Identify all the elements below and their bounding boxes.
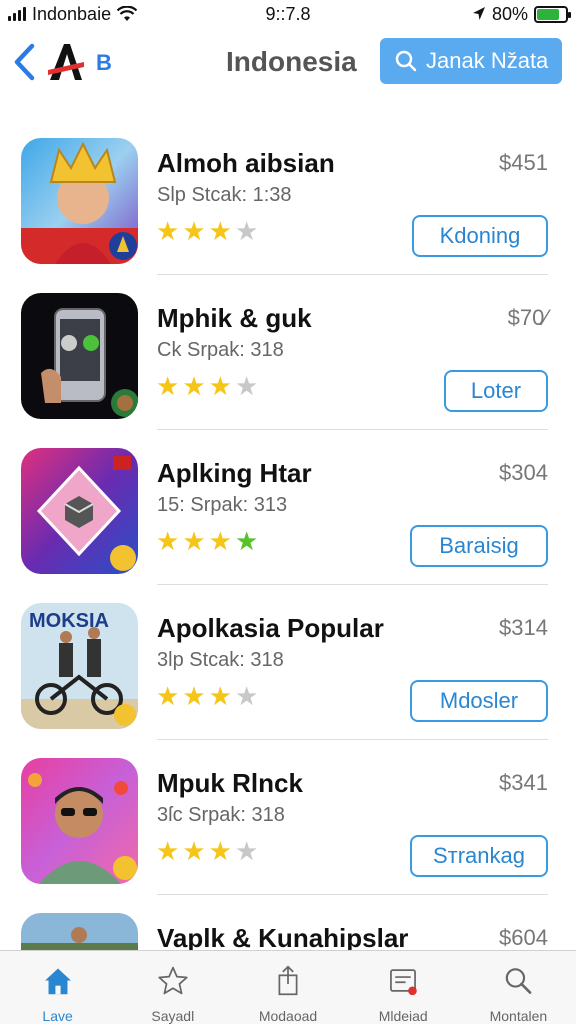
app-price: $70⁄ — [507, 305, 548, 330]
chevron-left-icon — [14, 43, 35, 81]
app-subtitle: Slp Stcak: 1:38 — [157, 184, 292, 206]
tab-search[interactable]: Montalen — [461, 951, 576, 1024]
app-subtitle: 3ſc Srpak: 318 — [157, 804, 285, 826]
nav-bar: B Indonesia Janak Nžata — [0, 36, 576, 88]
app-name: Almoh aibsian — [157, 148, 335, 178]
app-action-button[interactable]: Sтrankag — [410, 835, 548, 877]
brand-logo-icon[interactable] — [46, 40, 86, 84]
app-action-button[interactable]: Baraisig — [410, 525, 548, 567]
status-left: Indonbaie — [8, 3, 138, 25]
carrier-name: Indonbaie — [32, 3, 112, 24]
status-right: 80% — [472, 3, 571, 25]
star-filled-icon: ★ — [208, 216, 232, 246]
bike-riders-icon: MOKSIA — [21, 603, 138, 729]
star-filled-icon: ★ — [208, 371, 232, 401]
star-filled-icon: ★ — [156, 836, 180, 866]
tab-label: Montalen — [489, 1008, 548, 1024]
search-button[interactable]: Janak Nžata — [380, 38, 562, 84]
star-empty-icon: ★ — [234, 216, 259, 246]
row-divider — [157, 429, 548, 430]
app-price: $314 — [499, 615, 548, 640]
search-icon — [395, 50, 417, 72]
app-subtitle: 3lp Stcak: 318 — [157, 649, 284, 671]
status-bar: Indonbaie 9::7.8 80% — [0, 0, 576, 28]
star-icon — [158, 966, 188, 995]
location-arrow-icon — [472, 7, 485, 20]
tab-label: Mldeiad — [378, 1008, 428, 1024]
clock: 9::7.8 — [265, 3, 311, 24]
tab-share[interactable]: Modaoad — [230, 951, 345, 1024]
app-price: $304 — [499, 460, 548, 485]
star-filled-icon: ★ — [234, 526, 259, 556]
star-rating: ★ ★ ★ ★ — [156, 218, 258, 244]
star-filled-icon: ★ — [182, 216, 206, 246]
list-item[interactable]: Mphik & guk Ck Srpak: 318 ★ ★ ★ ★ $70⁄ Lote… — [0, 293, 576, 448]
app-action-button[interactable]: Mdosler — [410, 680, 548, 722]
star-empty-icon: ★ — [234, 371, 259, 401]
star-filled-icon: ★ — [182, 836, 206, 866]
search-icon — [506, 968, 532, 994]
star-rating: ★ ★ ★ ★ — [156, 683, 258, 709]
row-divider — [157, 274, 548, 275]
sunglasses-man-icon — [21, 758, 138, 884]
star-rating: ★ ★ ★ ★ — [156, 528, 258, 554]
nav-b-label[interactable]: B — [96, 50, 112, 76]
app-name: Apolkasia Popular — [157, 613, 384, 643]
star-empty-icon: ★ — [234, 681, 259, 711]
wifi-icon — [117, 6, 138, 21]
app-price: $341 — [499, 770, 548, 795]
app-list: Almoh aibsian Slp Stcak: 1:38 ★ ★ ★ ★ $451 … — [0, 138, 576, 1024]
back-button[interactable] — [12, 42, 42, 82]
star-filled-icon: ★ — [208, 836, 232, 866]
list-item[interactable]: Mpuk Rlnck 3ſc Srpak: 318 ★ ★ ★ ★ $341 Sтra… — [0, 758, 576, 913]
home-icon — [44, 968, 71, 995]
tab-label: Modaoad — [258, 1008, 318, 1024]
star-rating: ★ ★ ★ ★ — [156, 838, 258, 864]
row-divider — [157, 894, 548, 895]
row-divider — [157, 584, 548, 585]
tab-updates[interactable]: Mldeiad — [346, 951, 461, 1024]
king-portrait-icon — [21, 138, 138, 264]
star-empty-icon: ★ — [234, 836, 259, 866]
updates-icon — [390, 969, 417, 996]
app-subtitle: 15: Srpak: 313 — [157, 494, 288, 516]
battery-level — [537, 8, 560, 20]
phone-app-icon — [21, 293, 138, 419]
search-button-label: Janak Nžata — [426, 48, 549, 73]
app-action-button[interactable]: Loter — [444, 370, 548, 412]
tab-label: Lave — [42, 1008, 73, 1024]
star-filled-icon: ★ — [156, 371, 180, 401]
signal-icon — [8, 7, 26, 21]
app-name: Aplking Htar — [157, 458, 312, 488]
app-subtitle: Ck Srpak: 318 — [157, 339, 284, 361]
share-icon — [278, 965, 298, 996]
tab-home[interactable]: Lave — [0, 951, 115, 1024]
star-filled-icon: ★ — [156, 526, 180, 556]
app-name: Mpuk Rlnck — [157, 768, 303, 798]
tab-featured[interactable]: Sayadl — [115, 951, 230, 1024]
row-divider — [157, 739, 548, 740]
app-price: $604 — [499, 925, 548, 950]
battery-percent: 80% — [491, 3, 528, 24]
list-item[interactable]: MOKSIA Apolkasia Popular 3lp Stcak: 318 … — [0, 603, 576, 758]
star-filled-icon: ★ — [208, 526, 232, 556]
tab-label: Sayadl — [151, 1008, 195, 1024]
star-filled-icon: ★ — [182, 526, 206, 556]
star-filled-icon: ★ — [156, 216, 180, 246]
star-filled-icon: ★ — [182, 371, 206, 401]
star-rating: ★ ★ ★ ★ — [156, 373, 258, 399]
page-title: Indonesia — [226, 46, 357, 77]
star-filled-icon: ★ — [156, 681, 180, 711]
list-item[interactable]: Aplking Htar 15: Srpak: 313 ★ ★ ★ ★ $304 Ba… — [0, 448, 576, 603]
list-item[interactable]: Almoh aibsian Slp Stcak: 1:38 ★ ★ ★ ★ $451 … — [0, 138, 576, 293]
diamond-cube-icon — [21, 448, 138, 574]
app-action-button[interactable]: Kdoning — [412, 215, 548, 257]
star-filled-icon: ★ — [182, 681, 206, 711]
app-price: $451 — [499, 150, 548, 175]
battery-icon — [534, 5, 571, 23]
star-filled-icon: ★ — [208, 681, 232, 711]
app-name: Mphik & guk — [157, 303, 312, 333]
tab-bar: Lave Sayadl Modaoad Mldeiad Montalen — [0, 950, 576, 1024]
